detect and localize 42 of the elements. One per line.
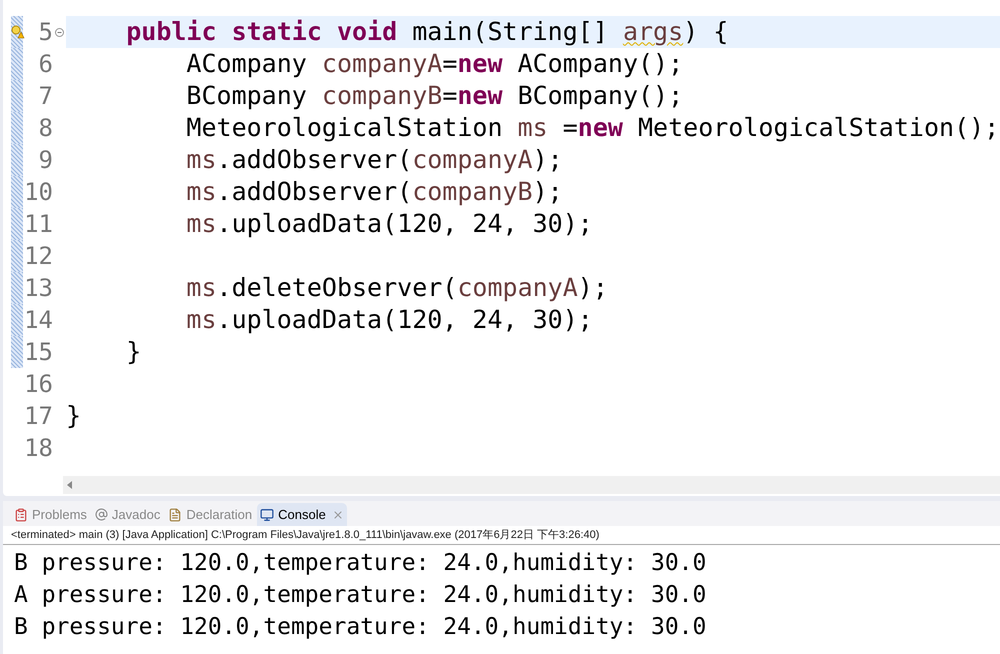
line-number: 16 [24,370,53,398]
line-number: 8 [38,114,53,142]
at-sign-icon [94,508,108,521]
code-line: ms.uploadData(120, 24, 30); [186,304,593,336]
line-number: 14 [24,306,53,334]
line-number: 17 [24,402,53,430]
line-number: 15 [24,338,53,366]
close-icon[interactable] [332,508,344,520]
line-number: 6 [38,50,53,78]
code-line: } [66,400,82,432]
line-number: 11 [24,210,53,238]
line-number: 12 [24,242,53,270]
code-line: ms.deleteObserver(companyA); [186,272,608,304]
clipboard-icon [14,508,28,522]
code-editor[interactable] [3,0,1000,496]
panel-tab[interactable]: Problems [11,503,90,526]
horizontal-scrollbar[interactable] [63,476,1000,494]
scroll-left-icon[interactable] [67,481,73,489]
code-line: ms.uploadData(120, 24, 30); [186,208,593,240]
panel-tab[interactable]: Declaration [165,503,256,526]
collapse-icon[interactable] [55,28,64,36]
code-line: } [126,336,142,368]
panel-tab[interactable]: Console [257,503,347,526]
console-output-line: A pressure: 120.0,temperature: 24.0,humidity: 30.0 [14,580,706,610]
line-number: 9 [38,146,53,174]
panel-tab[interactable]: Javadoc [92,503,164,526]
line-number: 5 [38,18,53,46]
code-line: ACompany companyA=new ACompany(); [186,48,684,80]
code-line: BCompany companyB=new BCompany(); [186,80,684,112]
code-line: MeteorologicalStation ms =new MeteorologicalStation(); [186,112,1000,144]
console-output-line: B pressure: 120.0,temperature: 24.0,humidity: 30.0 [14,612,706,642]
console-output-line: B pressure: 120.0,temperature: 24.0,humidity: 30.0 [14,548,706,578]
document-icon [168,508,182,522]
code-line: public static void main(String[] args) { [126,16,728,48]
console-header: <terminated> main (3) [Java Application] C:\Program Files\Java\jre1.8.0_111\bin\javaw.exe (2017年6月22日 下午3:26:40) [11,528,600,543]
code-line: ms.addObserver(companyA); [186,144,563,176]
line-number: 10 [24,178,53,206]
line-number: 18 [24,434,53,462]
code-line: ms.addObserver(companyB); [186,176,563,208]
monitor-icon [260,508,274,522]
line-number: 13 [24,274,53,302]
line-number: 7 [38,82,53,110]
